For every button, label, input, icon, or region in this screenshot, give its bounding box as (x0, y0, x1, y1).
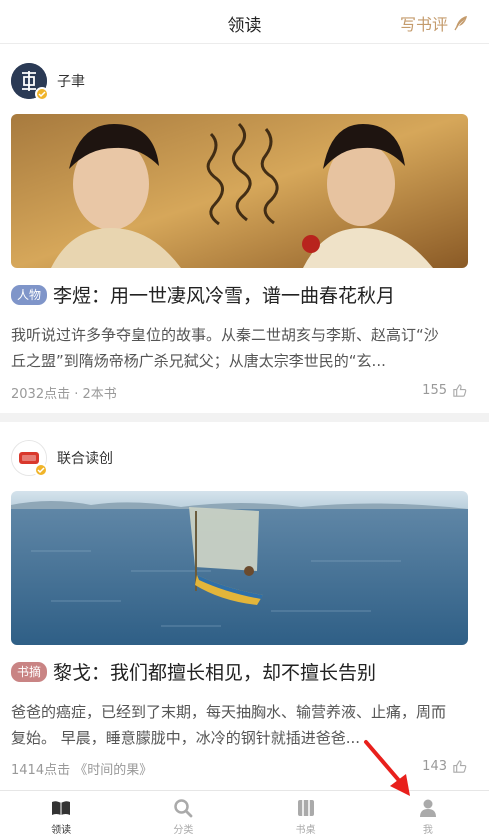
avatar[interactable] (11, 440, 48, 477)
post-card[interactable]: 子聿 人物 李煜：用一世凄风冷雪，谱一曲春花秋月 我听说过许多争夺皇位的故事。从… (0, 45, 489, 413)
annotation-arrow-icon (364, 740, 410, 796)
post-author[interactable]: 联合读创 (11, 440, 113, 477)
person-icon (419, 799, 436, 817)
like-button[interactable]: 143 (422, 759, 467, 774)
category-tag: 书摘 (11, 661, 48, 682)
thumbs-up-icon (453, 760, 467, 773)
book-open-icon (52, 801, 71, 815)
category-tag: 人物 (11, 284, 48, 305)
nav-item-desk[interactable]: 书桌 (245, 791, 367, 837)
search-icon (174, 799, 193, 818)
verified-badge-icon (34, 463, 48, 477)
post-summary[interactable]: 我听说过许多争夺皇位的故事。从秦二世胡亥与李斯、赵高订“沙丘之盟”到隋炀帝杨广杀… (11, 322, 449, 374)
nav-label: 领读 (51, 825, 72, 836)
cover-image[interactable] (11, 114, 468, 268)
post-meta: 1414点击 《时间的果》 (11, 763, 153, 778)
like-count: 143 (422, 759, 447, 774)
write-review-label: 写书评 (399, 15, 448, 34)
nav-label: 我 (422, 825, 433, 836)
post-card[interactable]: 联合读创 书摘 黎戈：我们都擅长相见，却不擅长告别 爸爸的癌症，已经到了末期，每… (0, 422, 489, 788)
avatar[interactable] (11, 63, 49, 101)
card-divider (0, 413, 489, 422)
verified-badge-icon (35, 87, 49, 101)
like-count: 155 (422, 383, 447, 398)
bookshelf-icon (297, 800, 314, 816)
nav-label: 书桌 (295, 825, 316, 836)
like-button[interactable]: 155 (422, 383, 467, 398)
headline-text: 黎戈：我们都擅长相见，却不擅长告别 (53, 662, 377, 684)
post-meta: 2032点击 · 2本书 (11, 387, 117, 402)
headline-text: 李煜：用一世凄风冷雪，谱一曲春花秋月 (53, 285, 396, 307)
author-name: 联合读创 (57, 451, 113, 467)
author-name: 子聿 (57, 74, 85, 90)
post-headline[interactable]: 人物 李煜：用一世凄风冷雪，谱一曲春花秋月 (11, 281, 477, 308)
post-headline[interactable]: 书摘 黎戈：我们都擅长相见，却不擅长告别 (11, 658, 477, 685)
write-review-button[interactable]: 写书评 (400, 11, 469, 35)
top-bar: 领读 写书评 (0, 0, 489, 44)
nav-item-category[interactable]: 分类 (122, 791, 244, 837)
feather-pen-icon (454, 16, 467, 31)
nav-label: 分类 (173, 825, 194, 836)
thumbs-up-icon (453, 384, 467, 397)
post-author[interactable]: 子聿 (11, 63, 85, 101)
cover-image[interactable] (11, 491, 468, 645)
nav-item-lingdu[interactable]: 领读 (0, 791, 122, 837)
